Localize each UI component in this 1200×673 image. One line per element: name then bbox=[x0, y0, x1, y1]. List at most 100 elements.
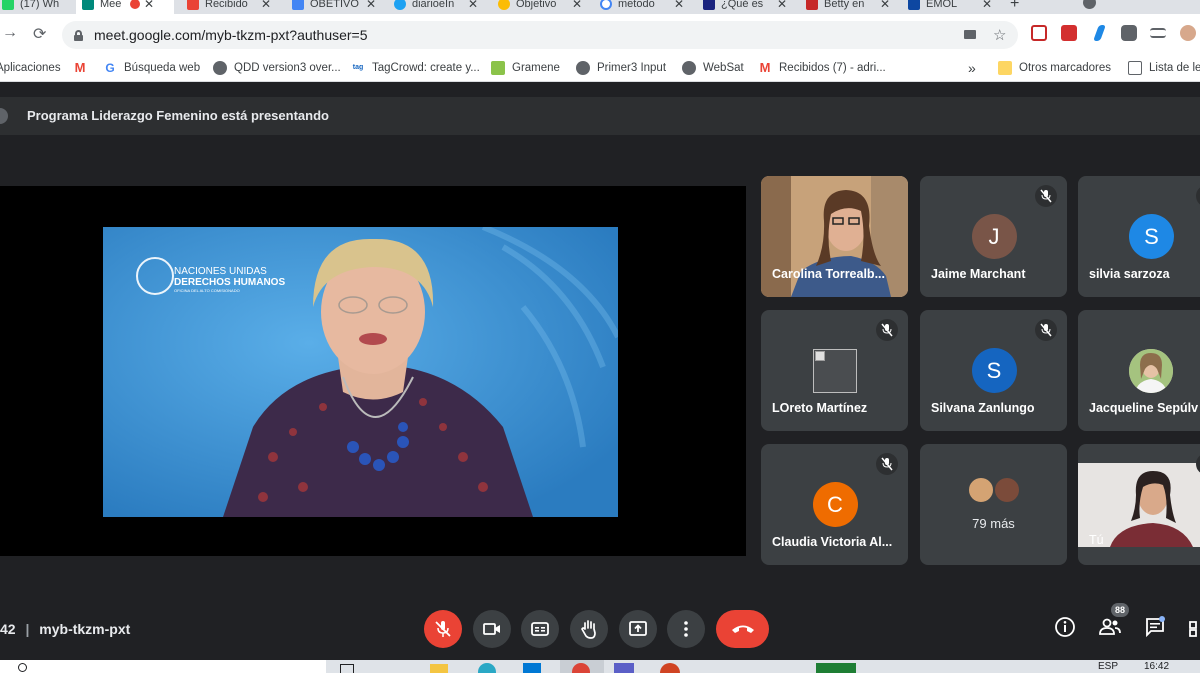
chat-icon[interactable] bbox=[1144, 616, 1166, 638]
tab-whatsapp[interactable]: (17) Wh ✕ bbox=[0, 0, 86, 14]
language-indicator[interactable]: ESP bbox=[1098, 661, 1118, 672]
tab-emol[interactable]: EMOL ✕ bbox=[902, 0, 992, 14]
bookmark-qdd[interactable]: QDD version3 over... bbox=[213, 59, 341, 77]
avatar[interactable] bbox=[1180, 25, 1196, 41]
participant-name: silvia sarzoza bbox=[1089, 267, 1170, 281]
edge-icon[interactable] bbox=[478, 663, 496, 673]
gmail-icon: M bbox=[74, 60, 86, 75]
close-icon[interactable]: ✕ bbox=[144, 0, 154, 11]
reload-icon[interactable]: ⟳ bbox=[33, 24, 46, 44]
captions-button[interactable] bbox=[521, 610, 559, 648]
store-icon[interactable] bbox=[523, 663, 541, 673]
bookmark-otros[interactable]: Otros marcadores bbox=[998, 59, 1111, 77]
gmail-icon bbox=[187, 0, 199, 10]
tab-objetivo[interactable]: Objetivo ✕ bbox=[492, 0, 582, 14]
taskbar-search-box[interactable] bbox=[0, 660, 326, 673]
bookmark-websat[interactable]: WebSat bbox=[682, 59, 744, 77]
avatar bbox=[1129, 349, 1173, 393]
meet-icon bbox=[82, 0, 94, 10]
leave-call-button[interactable] bbox=[716, 610, 769, 648]
bookmark-gmail[interactable]: M bbox=[73, 59, 94, 77]
participant-tile[interactable]: Carolina Torrealb... bbox=[761, 176, 908, 297]
close-icon[interactable]: ✕ bbox=[366, 0, 376, 11]
bookmark-apps[interactable]: Aplicaciones bbox=[0, 59, 61, 77]
close-icon[interactable]: ✕ bbox=[982, 0, 992, 11]
camera-icon[interactable] bbox=[964, 30, 976, 39]
tab-que-es[interactable]: ¿Qué es ✕ bbox=[697, 0, 787, 14]
tab-gmail[interactable]: Recibido ✕ bbox=[181, 0, 271, 14]
meeting-code: myb-tkzm-pxt bbox=[39, 621, 131, 637]
powerpoint-icon[interactable] bbox=[660, 663, 680, 673]
avatar bbox=[968, 477, 994, 503]
url-text[interactable]: meet.google.com/myb-tkzm-pxt?authuser=5 bbox=[94, 27, 368, 43]
profile-menu-icon[interactable] bbox=[1083, 0, 1096, 9]
meeting-details-icon[interactable] bbox=[1054, 616, 1076, 638]
mic-toggle-button[interactable] bbox=[424, 610, 462, 648]
lock-icon[interactable] bbox=[74, 29, 83, 41]
more-participants-count: 79 más bbox=[972, 516, 1015, 531]
tab-twitter[interactable]: diarioeIn ✕ bbox=[388, 0, 478, 14]
people-icon[interactable] bbox=[1098, 616, 1122, 638]
media-queue-icon[interactable] bbox=[1150, 28, 1166, 38]
participant-tile[interactable]: J Jaime Marchant bbox=[920, 176, 1067, 297]
browser-tab-strip: (17) Wh ✕ Mee ✕ Recibido ✕ OBETIVO ✕ dia… bbox=[0, 0, 1200, 14]
camera-toggle-button[interactable] bbox=[473, 610, 511, 648]
more-participants-tile[interactable]: 79 más bbox=[920, 444, 1067, 565]
pdf-icon[interactable] bbox=[1061, 25, 1077, 41]
bookmark-primer3[interactable]: Primer3 Input bbox=[576, 59, 666, 77]
participant-tile[interactable]: S Silvana Zanlungo bbox=[920, 310, 1067, 431]
bookmark-recibidos[interactable]: M Recibidos (7) - adri... bbox=[758, 59, 886, 77]
chrome-taskbar-button[interactable] bbox=[560, 660, 604, 673]
close-icon[interactable]: ✕ bbox=[674, 0, 684, 11]
mic-off-icon bbox=[1035, 185, 1057, 207]
task-view-icon[interactable] bbox=[340, 664, 354, 673]
globe-icon bbox=[576, 61, 590, 75]
broken-image-icon bbox=[813, 349, 857, 393]
file-explorer-icon[interactable] bbox=[430, 664, 448, 673]
tab-meet[interactable]: Mee ✕ bbox=[76, 0, 174, 14]
mic-off-icon bbox=[1196, 185, 1200, 207]
bookmark-busqueda[interactable]: G Búsqueda web bbox=[103, 59, 200, 77]
tab-label: ¿Qué es bbox=[721, 0, 764, 10]
mic-off-icon bbox=[1035, 319, 1057, 341]
back-arrow-icon[interactable]: → bbox=[2, 24, 18, 42]
bookmark-gramene[interactable]: Gramene bbox=[491, 59, 560, 77]
present-screen-button[interactable] bbox=[619, 610, 657, 648]
bookmark-reading-list[interactable]: Lista de le bbox=[1128, 59, 1200, 77]
bookmarks-overflow-button[interactable]: » bbox=[968, 59, 976, 77]
star-icon[interactable]: ☆ bbox=[993, 26, 1006, 44]
extensions-puzzle-icon[interactable] bbox=[1121, 25, 1137, 41]
hang-up-icon bbox=[732, 625, 754, 633]
close-icon[interactable]: ✕ bbox=[880, 0, 890, 11]
activities-icon[interactable] bbox=[1188, 616, 1200, 638]
participant-name: Claudia Victoria Al... bbox=[772, 535, 893, 549]
participant-tile[interactable]: LOreto Martínez bbox=[761, 310, 908, 431]
more-options-button[interactable] bbox=[667, 610, 705, 648]
tab-betty[interactable]: Betty en ✕ bbox=[800, 0, 890, 14]
presentation-icon bbox=[0, 108, 8, 124]
close-icon[interactable]: ✕ bbox=[468, 0, 478, 11]
extension-shield-icon[interactable] bbox=[1031, 25, 1047, 41]
clock[interactable]: 16:42 bbox=[1144, 661, 1169, 672]
teams-icon[interactable] bbox=[614, 663, 634, 673]
close-icon[interactable]: ✕ bbox=[261, 0, 271, 11]
participant-tile[interactable]: Jacqueline Sepúlv bbox=[1078, 310, 1200, 431]
bookmarks-bar: Aplicaciones M G Búsqueda web QDD versio… bbox=[0, 56, 1200, 82]
participant-tile[interactable]: C Claudia Victoria Al... bbox=[761, 444, 908, 565]
tab-objetivo-doc[interactable]: OBETIVO ✕ bbox=[286, 0, 376, 14]
feather-icon[interactable] bbox=[1093, 25, 1106, 41]
tab-google-search[interactable]: metodo ✕ bbox=[594, 0, 684, 14]
excel-icon[interactable] bbox=[816, 663, 856, 673]
presenting-banner: Programa Liderazgo Femenino está present… bbox=[0, 97, 1200, 135]
globe-icon bbox=[213, 61, 227, 75]
close-icon[interactable]: ✕ bbox=[572, 0, 582, 11]
bookmark-tagcrowd[interactable]: tag TagCrowd: create y... bbox=[351, 59, 480, 77]
bookmark-label: WebSat bbox=[703, 62, 744, 74]
self-view-tile[interactable]: Tú bbox=[1078, 444, 1200, 565]
raise-hand-button[interactable] bbox=[570, 610, 608, 648]
participant-tile[interactable]: S silvia sarzoza bbox=[1078, 176, 1200, 297]
new-tab-button[interactable]: + bbox=[1010, 0, 1019, 13]
bookmark-label: Aplicaciones bbox=[0, 62, 61, 74]
close-icon[interactable]: ✕ bbox=[777, 0, 787, 11]
address-bar[interactable]: meet.google.com/myb-tkzm-pxt?authuser=5 … bbox=[62, 21, 1018, 49]
